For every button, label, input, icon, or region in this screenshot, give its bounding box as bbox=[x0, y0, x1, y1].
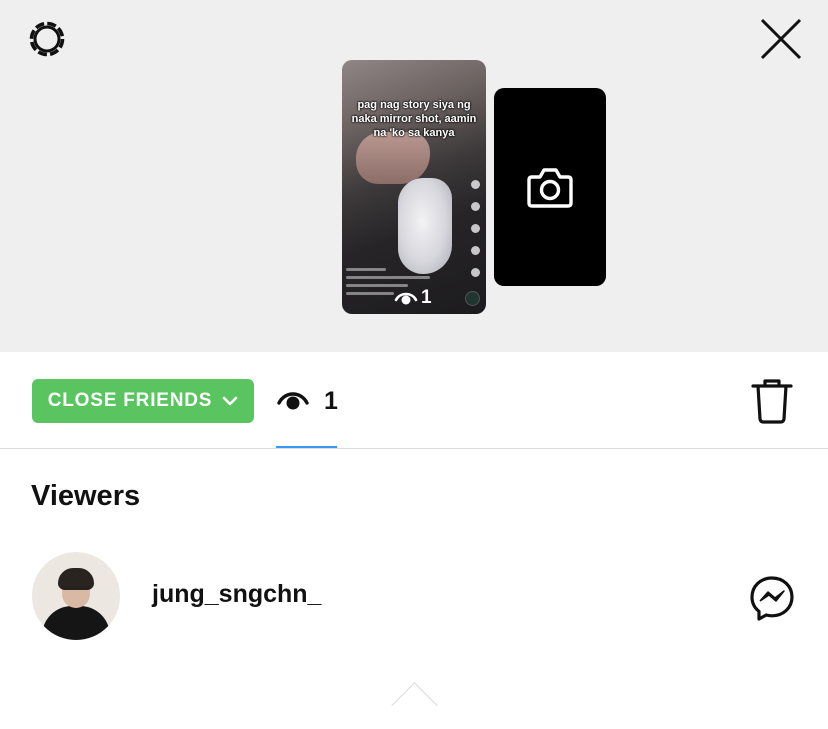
story-view-count-value: 1 bbox=[421, 287, 432, 308]
avatar[interactable] bbox=[32, 552, 120, 640]
messenger-icon bbox=[750, 576, 794, 621]
close-friends-button[interactable]: CLOSE FRIENDS bbox=[32, 379, 254, 423]
viewers-tab[interactable]: 1 bbox=[276, 382, 338, 448]
music-disc-icon bbox=[465, 291, 480, 306]
story-view-count: 1 bbox=[394, 286, 432, 310]
story-thumbnail[interactable]: pag nag story siya ng naka mirror shot, … bbox=[342, 60, 486, 314]
viewer-username[interactable]: jung_sngchn_ bbox=[152, 580, 321, 609]
trash-icon bbox=[751, 379, 793, 424]
delete-button[interactable] bbox=[750, 377, 794, 425]
viewer-list-item[interactable]: jung_sngchn_ bbox=[0, 548, 828, 644]
gear-icon bbox=[29, 21, 65, 57]
settings-button[interactable] bbox=[22, 14, 72, 64]
story-toolbar: CLOSE FRIENDS 1 bbox=[0, 352, 828, 729]
close-icon bbox=[760, 18, 802, 60]
close-friends-label: CLOSE FRIENDS bbox=[47, 390, 213, 411]
viewers-heading: Viewers bbox=[31, 480, 141, 512]
chevron-down-icon bbox=[222, 396, 238, 406]
selection-notch bbox=[391, 682, 438, 729]
active-tab-indicator bbox=[276, 446, 337, 448]
eye-icon bbox=[394, 292, 418, 305]
story-caption: pag nag story siya ng naka mirror shot, … bbox=[351, 99, 477, 139]
close-button[interactable] bbox=[756, 14, 806, 64]
viewers-count: 1 bbox=[324, 387, 338, 415]
story-image-cat bbox=[398, 178, 452, 274]
send-message-button[interactable] bbox=[748, 574, 796, 622]
camera-icon bbox=[527, 168, 573, 208]
add-story-camera-card[interactable] bbox=[494, 88, 606, 286]
eye-icon bbox=[277, 392, 309, 410]
story-side-icons bbox=[468, 180, 482, 290]
story-preview-area: pag nag story siya ng naka mirror shot, … bbox=[0, 0, 828, 352]
